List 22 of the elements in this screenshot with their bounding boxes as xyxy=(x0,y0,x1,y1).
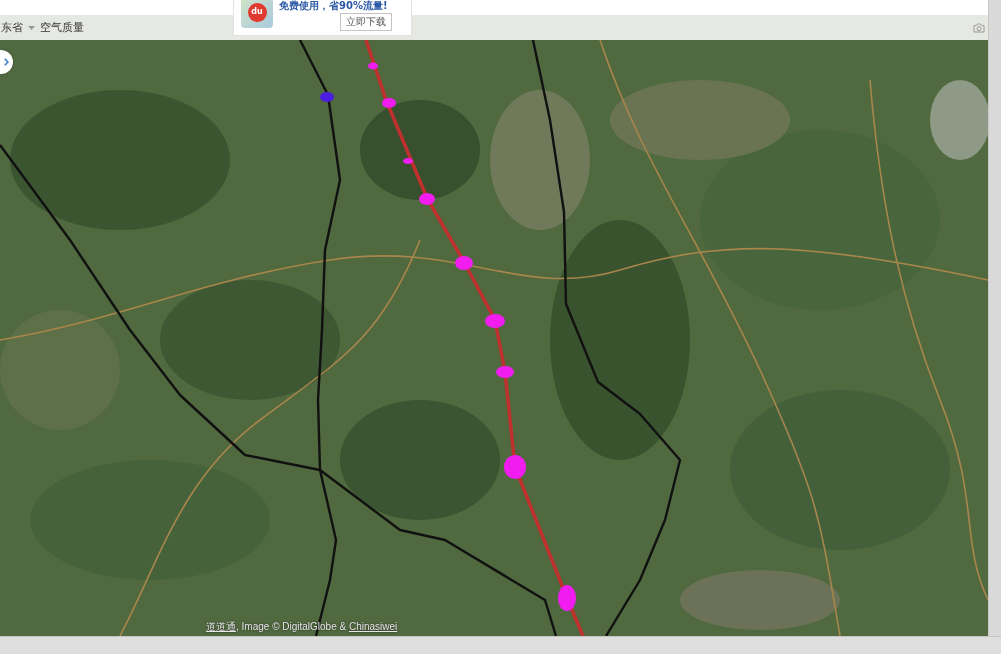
route-marker xyxy=(419,193,435,205)
provider-link[interactable]: 道道通 xyxy=(206,621,236,632)
route-marker xyxy=(403,158,413,164)
route-marker xyxy=(368,62,378,70)
ad-message: 免费使用，省90%流量! xyxy=(279,0,388,12)
scrollbar[interactable] xyxy=(988,0,1001,636)
route-marker xyxy=(504,455,526,479)
map-attribution: 道道通, Image © DigitalGlobe & Chinasiwei xyxy=(206,620,398,634)
app-logo: du xyxy=(241,0,273,28)
route-marker xyxy=(496,366,514,378)
route-marker xyxy=(558,585,576,611)
source-link[interactable]: Chinasiwei xyxy=(349,621,398,632)
route-marker xyxy=(382,98,396,108)
caret-icon xyxy=(28,25,35,30)
camera-icon[interactable] xyxy=(973,22,985,33)
chevron-icon xyxy=(4,58,9,66)
region-dropdown[interactable]: 东省 xyxy=(0,20,35,35)
route-marker xyxy=(485,314,505,328)
download-button[interactable]: 立即下载 xyxy=(340,13,392,31)
air-quality-link[interactable]: 空气质量 xyxy=(40,20,84,35)
location-marker xyxy=(320,92,334,102)
route-marker xyxy=(455,256,473,270)
